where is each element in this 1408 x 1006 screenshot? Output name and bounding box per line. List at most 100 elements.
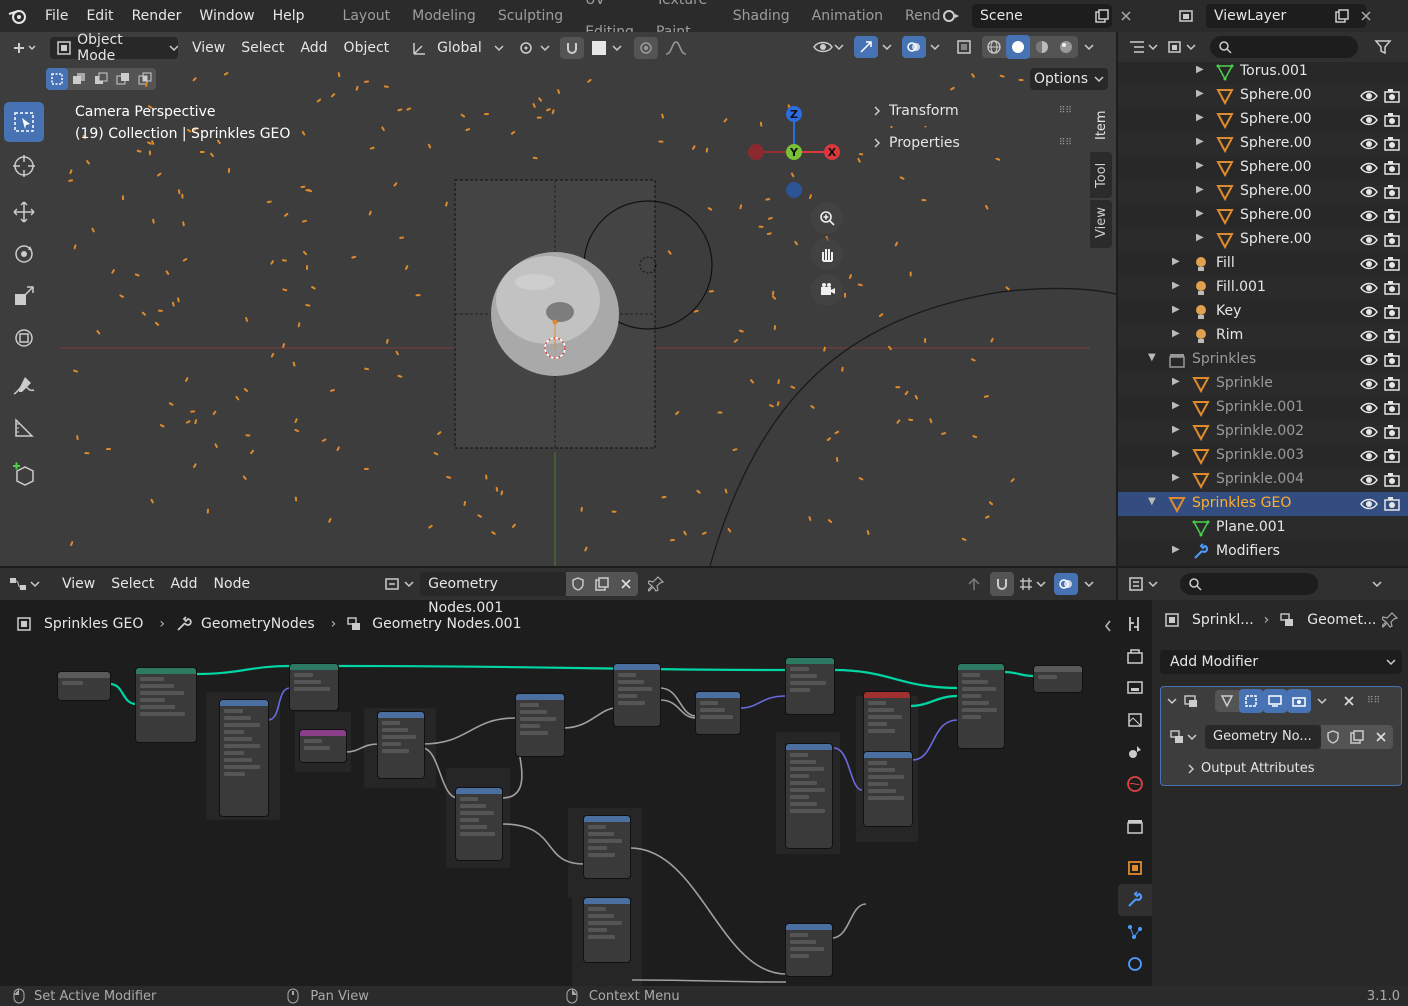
- modifier-node-group-field[interactable]: Geometry No...: [1205, 725, 1321, 749]
- node-menu-add[interactable]: Add: [162, 569, 205, 599]
- render-camera-icon[interactable]: [1384, 424, 1400, 440]
- workspace-tab-modeling[interactable]: Modeling: [401, 0, 487, 32]
- drag-handle-icon[interactable]: ⠿⠿: [1059, 106, 1072, 116]
- chevron-down-icon[interactable]: [1317, 697, 1327, 705]
- eye-icon[interactable]: [1360, 136, 1378, 152]
- transform-tool[interactable]: [4, 318, 44, 358]
- outliner-row[interactable]: ▶ Sprinkle.004: [1118, 468, 1408, 492]
- graph-node[interactable]: [958, 664, 1004, 748]
- collapse-sidebar-icon[interactable]: [1104, 620, 1112, 632]
- expand-arrow-icon[interactable]: ▶: [1172, 280, 1180, 291]
- workspace-tab-shading[interactable]: Shading: [722, 0, 801, 32]
- collection-tab-icon[interactable]: [1118, 810, 1152, 842]
- view-layer-tab-icon[interactable]: [1118, 704, 1152, 736]
- eye-icon[interactable]: [1360, 472, 1378, 488]
- expand-arrow-icon[interactable]: ▶: [1172, 256, 1180, 267]
- world-tab-icon[interactable]: [1118, 768, 1152, 800]
- node-menu-node[interactable]: Node: [206, 569, 259, 599]
- eye-icon[interactable]: [1360, 400, 1378, 416]
- expand-arrow-icon[interactable]: ▼: [1148, 352, 1156, 363]
- outliner-row[interactable]: ▶ Fill: [1118, 252, 1408, 276]
- node-menu-view[interactable]: View: [54, 569, 103, 599]
- on-cage-toggle-icon[interactable]: [1239, 689, 1263, 713]
- output-attributes-subpanel[interactable]: Output Attributes: [1187, 761, 1401, 776]
- menu-edit[interactable]: Edit: [77, 0, 122, 32]
- expand-arrow-icon[interactable]: ▶: [1196, 184, 1204, 195]
- graph-node[interactable]: [864, 752, 912, 826]
- node-editor-area[interactable]: View Select Add Node Geometry Nodes.001 Spr…: [0, 568, 1116, 986]
- outliner-row[interactable]: ▶ Sprinkle.003: [1118, 444, 1408, 468]
- tab-tool[interactable]: Tool: [1090, 152, 1112, 198]
- expand-arrow-icon[interactable]: ▶: [1172, 544, 1180, 555]
- outliner-row[interactable]: ▶ Sphere.00: [1118, 180, 1408, 204]
- viewlayer-selector[interactable]: ViewLayer: [1174, 4, 1378, 28]
- eye-icon[interactable]: [1360, 424, 1378, 440]
- chevron-down-icon[interactable]: [1372, 580, 1382, 588]
- breadcrumb-node-tree[interactable]: Geometry Nodes.001: [372, 616, 521, 632]
- annotate-tool[interactable]: [4, 366, 44, 406]
- add-cube-tool[interactable]: [4, 454, 44, 494]
- graph-node[interactable]: [696, 692, 740, 734]
- remove-modifier-close-icon[interactable]: [1337, 689, 1361, 713]
- properties-search-input[interactable]: [1180, 573, 1318, 595]
- outliner-row[interactable]: ▶ Fill.001: [1118, 276, 1408, 300]
- node-graph[interactable]: [0, 648, 1116, 986]
- output-tab-icon[interactable]: [1118, 672, 1152, 704]
- particles-tab-icon[interactable]: [1118, 916, 1152, 948]
- outliner-row[interactable]: ▶ Sprinkle.001: [1118, 396, 1408, 420]
- properties-editor-type[interactable]: [1128, 576, 1158, 592]
- hand-pan-icon[interactable]: [811, 238, 843, 270]
- outliner-row[interactable]: ▶ Modifiers: [1118, 540, 1408, 564]
- expand-arrow-icon[interactable]: ▼: [1148, 496, 1156, 507]
- physics-tab-icon[interactable]: [1118, 948, 1152, 980]
- select-box-tool[interactable]: [4, 102, 44, 142]
- eye-icon[interactable]: [1360, 448, 1378, 464]
- node-menu-select[interactable]: Select: [103, 569, 162, 599]
- node-group-type-dropdown[interactable]: [1169, 729, 1197, 745]
- eye-icon[interactable]: [1360, 208, 1378, 224]
- viewlayer-close-icon[interactable]: [1354, 4, 1378, 28]
- outliner-row[interactable]: ▶ Sphere.00: [1118, 156, 1408, 180]
- transform-panel-header[interactable]: Transform ⠿⠿: [863, 96, 1080, 126]
- pin-icon[interactable]: [644, 572, 668, 596]
- duplicate-icon[interactable]: [590, 572, 614, 596]
- graph-node[interactable]: [300, 730, 346, 762]
- eye-icon[interactable]: [1360, 160, 1378, 176]
- render-camera-icon[interactable]: [1384, 184, 1400, 200]
- outliner-row[interactable]: ▼ Sprinkles GEO: [1118, 492, 1408, 516]
- node-editor-type[interactable]: [8, 576, 40, 592]
- drag-handle-icon[interactable]: ⠿⠿: [1059, 138, 1072, 148]
- outliner-row[interactable]: ▶ Sphere.00: [1118, 84, 1408, 108]
- viewlayer-icon[interactable]: [1174, 4, 1198, 28]
- eye-icon[interactable]: [1360, 304, 1378, 320]
- scene-tab-icon[interactable]: [1118, 736, 1152, 768]
- edit-mode-toggle-icon[interactable]: [1215, 689, 1239, 713]
- unlink-close-icon[interactable]: [614, 572, 638, 596]
- graph-node[interactable]: [136, 668, 196, 742]
- graph-node[interactable]: [456, 788, 502, 860]
- render-camera-icon[interactable]: [1384, 88, 1400, 104]
- breadcrumb-modifier[interactable]: GeometryNodes: [201, 616, 315, 632]
- fake-user-shield-icon[interactable]: [1321, 725, 1345, 749]
- viewlayer-duplicate-icon[interactable]: [1330, 4, 1354, 28]
- render-camera-icon[interactable]: [1384, 496, 1400, 512]
- chevron-down-icon[interactable]: [1167, 697, 1177, 705]
- outliner-row[interactable]: Plane.001: [1118, 516, 1408, 540]
- outliner-row[interactable]: ▶ Sprinkle.002: [1118, 420, 1408, 444]
- tree-type-dropdown[interactable]: [384, 576, 414, 592]
- render-camera-icon[interactable]: [1384, 208, 1400, 224]
- graph-node[interactable]: [220, 700, 268, 816]
- parent-node-tree-icon[interactable]: [962, 572, 986, 596]
- menu-render[interactable]: Render: [123, 0, 191, 32]
- graph-node[interactable]: [786, 744, 832, 848]
- outliner-row[interactable]: ▶ Key: [1118, 300, 1408, 324]
- render-camera-icon[interactable]: [1384, 232, 1400, 248]
- workspace-tab-layout[interactable]: Layout: [332, 0, 402, 32]
- zoom-icon[interactable]: [811, 202, 843, 234]
- rotate-tool[interactable]: [4, 234, 44, 274]
- node-snap-mode-dropdown[interactable]: [1018, 576, 1046, 592]
- navigation-gizmo[interactable]: Z X Y: [744, 104, 844, 204]
- menu-file[interactable]: File: [36, 0, 77, 32]
- render-camera-icon[interactable]: [1384, 112, 1400, 128]
- graph-node[interactable]: [614, 664, 660, 726]
